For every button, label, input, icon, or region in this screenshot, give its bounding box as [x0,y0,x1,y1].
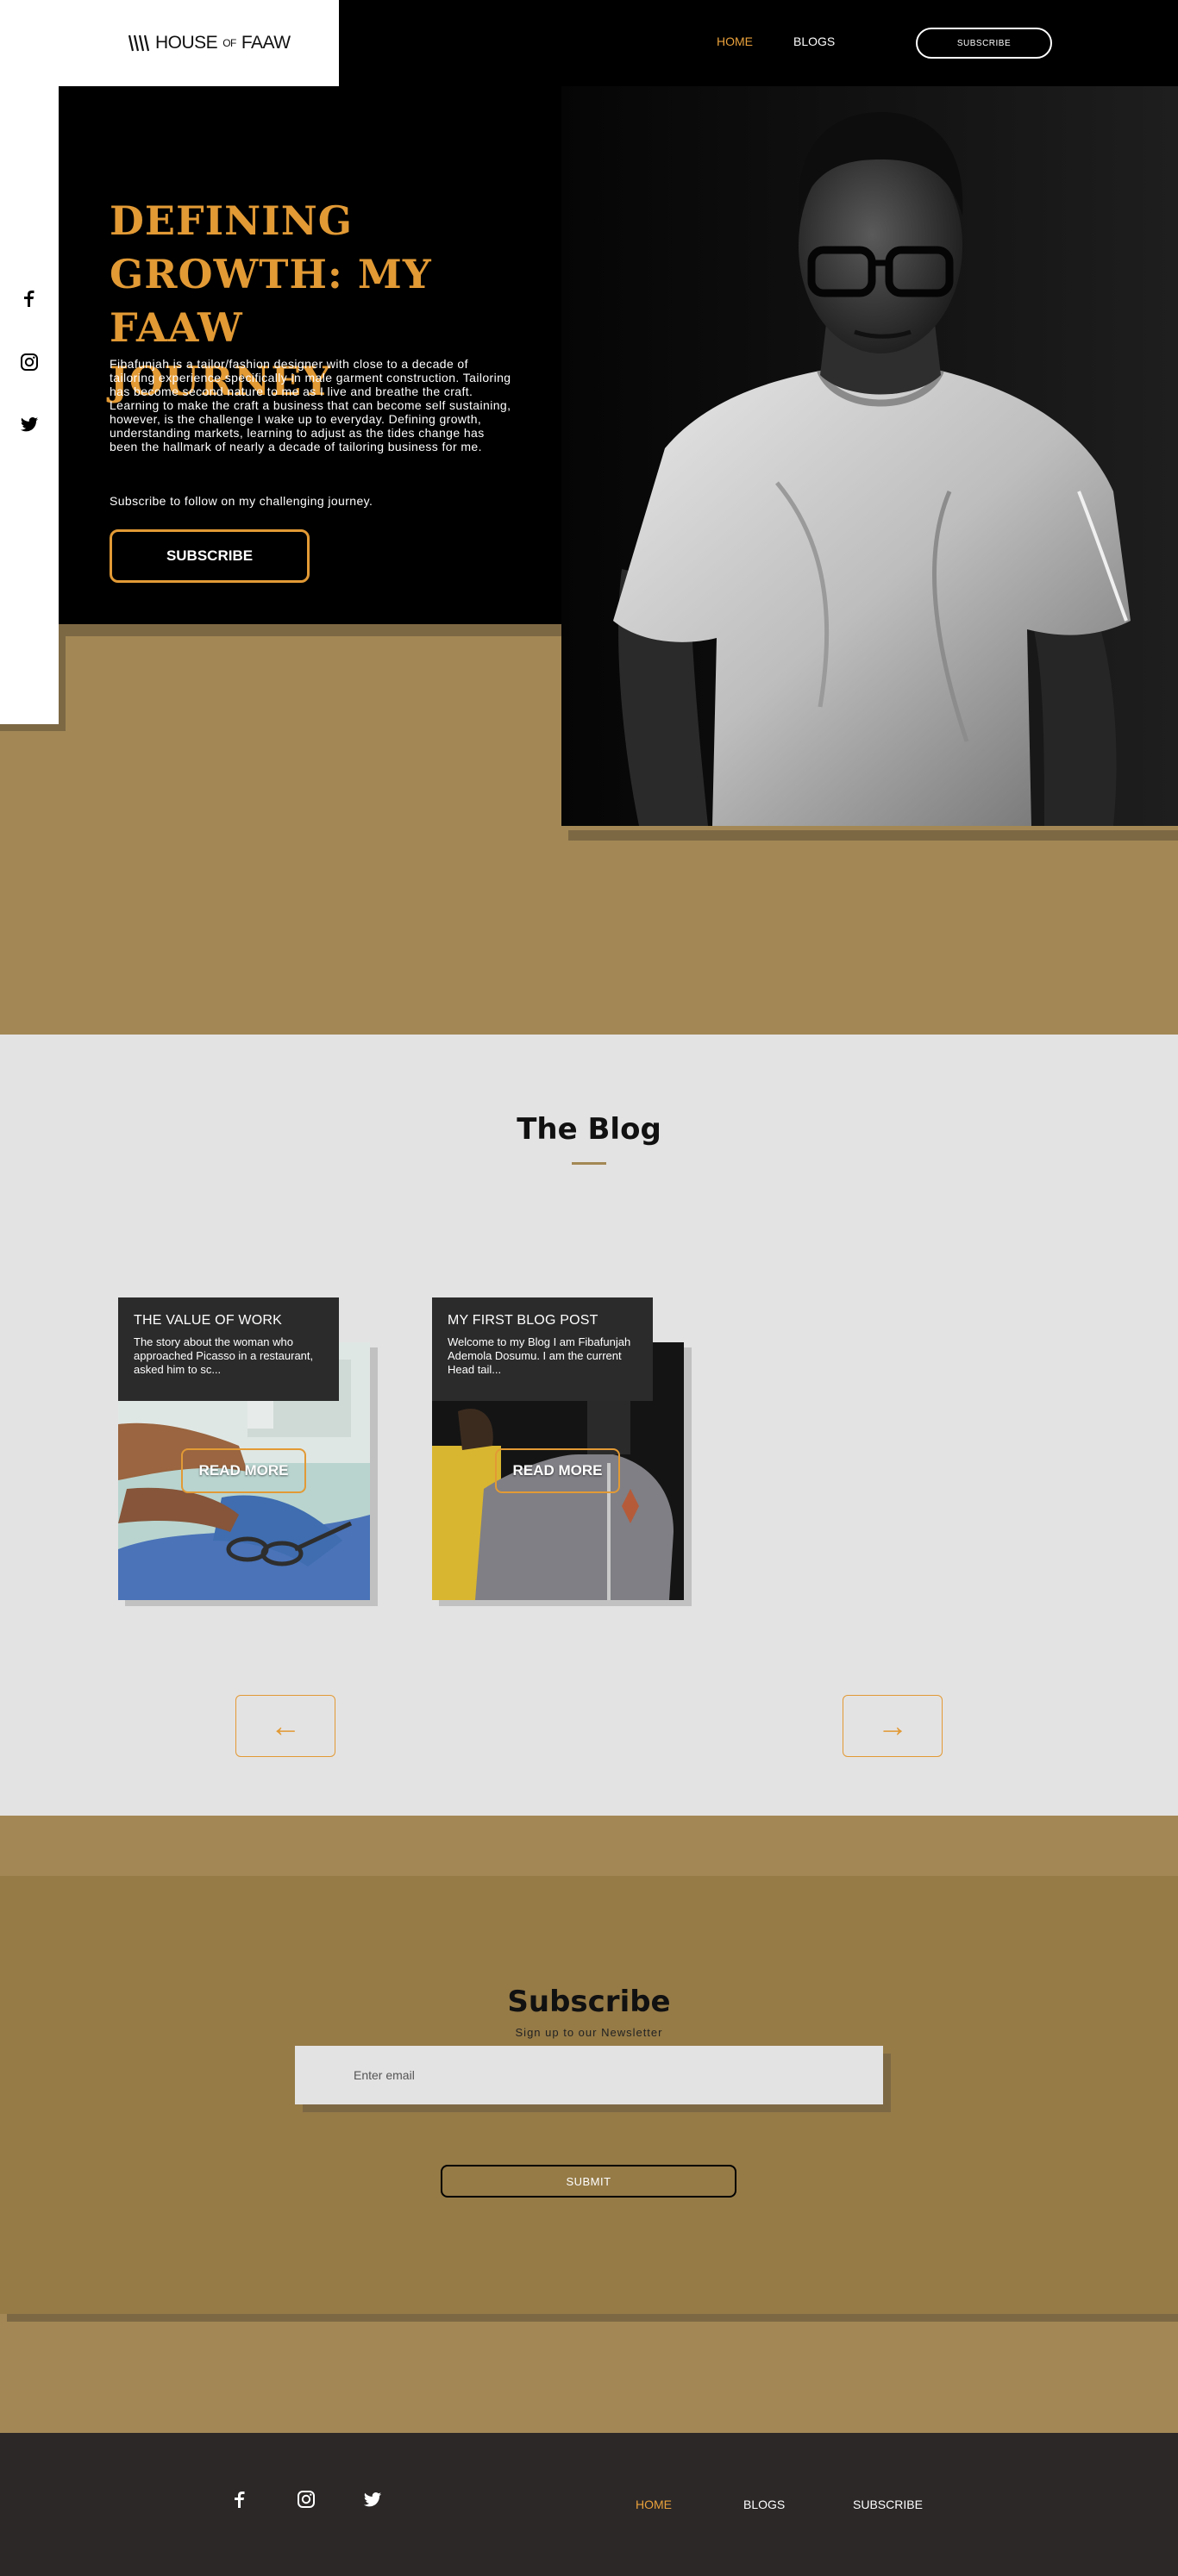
nav-blogs-link[interactable]: BLOGS [793,34,835,48]
instagram-icon[interactable] [19,352,40,372]
social-sidebar [0,86,59,724]
blog-card-header: MY FIRST BLOG POST Welcome to my Blog I … [432,1297,653,1401]
hero-portrait-image [561,86,1178,826]
nav-home-link[interactable]: HOME [717,34,753,48]
subscribe-band [0,1816,1178,1876]
logo-text-of: OF [222,37,236,49]
facebook-icon[interactable] [229,2489,250,2510]
facebook-icon[interactable] [19,288,40,309]
subscribe-subtitle: Sign up to our Newsletter [515,2026,663,2039]
hero-description: Fibafunjah is a tailor/fashion designer … [110,357,511,453]
email-input[interactable] [295,2046,883,2104]
blog-title: The Blog [517,1112,661,1147]
hero-subscribe-button[interactable]: SUBSCRIBE [110,529,310,583]
hero-title-line: GROWTH: MY [110,251,432,297]
footer-home-link[interactable]: HOME [636,2498,672,2511]
blog-card-header: THE VALUE OF WORK The story about the wo… [118,1297,339,1401]
subscribe-bottom-shadow [7,2314,1178,2322]
site-logo[interactable]: HOUSE OF FAAW [128,32,291,54]
twitter-icon[interactable] [19,415,40,435]
header-subscribe-button[interactable]: SUBSCRIBE [916,28,1052,59]
carousel-next-button[interactable]: → [843,1695,943,1757]
blog-title-underline [572,1162,606,1165]
twitter-icon[interactable] [362,2490,383,2510]
blog-card-excerpt: Welcome to my Blog I am Fibafunjah Ademo… [448,1335,631,1376]
photo-shadow [568,830,1178,841]
footer [0,2433,1178,2576]
instagram-icon[interactable] [296,2489,316,2510]
blog-card-title[interactable]: MY FIRST BLOG POST [448,1313,639,1329]
logo-stripes-icon [128,34,150,52]
hero-cta-text: Subscribe to follow on my challenging jo… [110,494,373,508]
blog-card-title[interactable]: THE VALUE OF WORK [134,1313,325,1329]
subscribe-title: Subscribe [507,1985,671,2019]
hero-title-line: DEFINING [110,197,354,244]
footer-blogs-link[interactable]: BLOGS [743,2498,785,2511]
read-more-button[interactable]: READ MORE [181,1448,306,1493]
read-more-button[interactable]: READ MORE [495,1448,620,1493]
submit-button[interactable]: SUBMIT [441,2165,736,2198]
logo-text-house: HOUSE [155,33,218,53]
carousel-prev-button[interactable]: ← [235,1695,335,1757]
footer-subscribe-link[interactable]: SUBSCRIBE [853,2498,923,2511]
logo-text-brand: FAAW [241,33,291,53]
blog-card-excerpt: The story about the woman who approached… [134,1335,314,1376]
